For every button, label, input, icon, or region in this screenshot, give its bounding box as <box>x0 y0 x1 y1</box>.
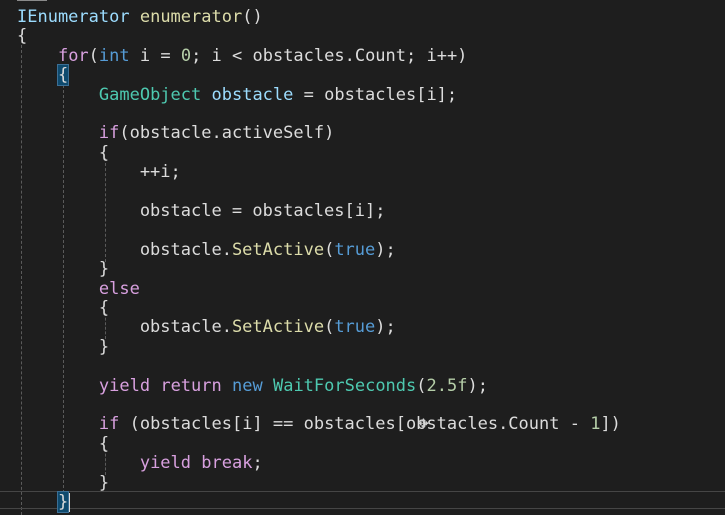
code-token: { <box>17 26 28 47</box>
code-token: true <box>334 317 376 338</box>
code-token: int <box>98 45 130 66</box>
code-token: return <box>160 375 222 396</box>
code-token: ); <box>467 375 488 396</box>
code-token: { <box>17 298 110 318</box>
code-token: SetActive <box>231 239 325 260</box>
code-token: ]) <box>600 414 621 435</box>
code-token: } <box>17 259 110 280</box>
code-line[interactable]: yield return new WaitForSeconds(2.5f); <box>17 375 488 397</box>
code-token: obstacle = obstacles[i]; <box>17 201 386 221</box>
code-token: ); <box>375 317 396 338</box>
code-token: obstacle. <box>17 239 232 260</box>
code-token: { <box>17 433 110 454</box>
code-line[interactable]: obstacle = obstacles[i]; <box>17 200 386 222</box>
code-token: ++i; <box>17 162 181 183</box>
code-token: true <box>334 239 376 260</box>
code-token: WaitForSeconds <box>272 375 417 396</box>
code-token: ; i < obstacles.Count; i++) <box>191 45 468 66</box>
code-line[interactable]: GameObject obstacle = obstacles[i]; <box>17 84 457 106</box>
code-line[interactable]: IEnumerator enumerator() <box>17 6 263 28</box>
code-token: new <box>232 375 263 396</box>
code-token: obstacle. <box>17 317 232 338</box>
code-token: obstacle <box>211 84 294 105</box>
code-token: 0 <box>180 45 192 66</box>
code-line[interactable]: for(int i = 0; i < obstacles.Count; i++) <box>17 45 467 67</box>
code-token: ( <box>416 375 427 396</box>
code-token: SetActive <box>231 317 325 338</box>
matched-brace: } <box>56 491 70 513</box>
code-token: (obstacles[i] == obstacles[obstacles.Cou… <box>119 414 591 435</box>
code-token: 2.5f <box>426 375 468 396</box>
code-token: ( <box>88 45 99 66</box>
text-caret <box>69 492 71 512</box>
code-line[interactable]: } <box>17 491 71 513</box>
code-token: yield <box>139 453 192 474</box>
mouse-cursor-icon: ✥ <box>418 417 429 432</box>
code-token: ( <box>324 317 335 338</box>
code-token: enumerator <box>139 7 243 27</box>
code-token: GameObject <box>98 84 202 105</box>
code-line[interactable]: } <box>17 336 109 358</box>
code-token: if <box>98 123 120 144</box>
code-editor[interactable]: IEnumerator enumerator(){ for(int i = 0;… <box>0 0 725 515</box>
code-line[interactable]: ++i; <box>17 161 181 183</box>
code-token: 1 <box>590 414 601 435</box>
clipped-previous-line <box>17 0 47 4</box>
code-token: if <box>98 414 120 435</box>
matched-brace: { <box>56 64 70 87</box>
code-token: () <box>242 7 263 27</box>
code-token: for <box>57 45 89 66</box>
code-token: i = <box>129 45 181 66</box>
code-token: } <box>17 336 110 357</box>
code-token: ; <box>252 453 263 474</box>
code-token: ); <box>375 239 396 260</box>
code-token: IEnumerator <box>17 7 130 27</box>
code-token: else <box>98 278 140 299</box>
code-token: break <box>201 453 253 474</box>
code-token: { <box>17 142 110 163</box>
code-token: (obstacle.activeSelf) <box>119 123 335 144</box>
code-token: = obstacles[i]; <box>293 84 458 105</box>
current-line-highlight <box>0 491 725 509</box>
code-token: } <box>17 472 110 493</box>
code-token: yield <box>98 375 151 396</box>
code-token: ( <box>324 239 335 260</box>
